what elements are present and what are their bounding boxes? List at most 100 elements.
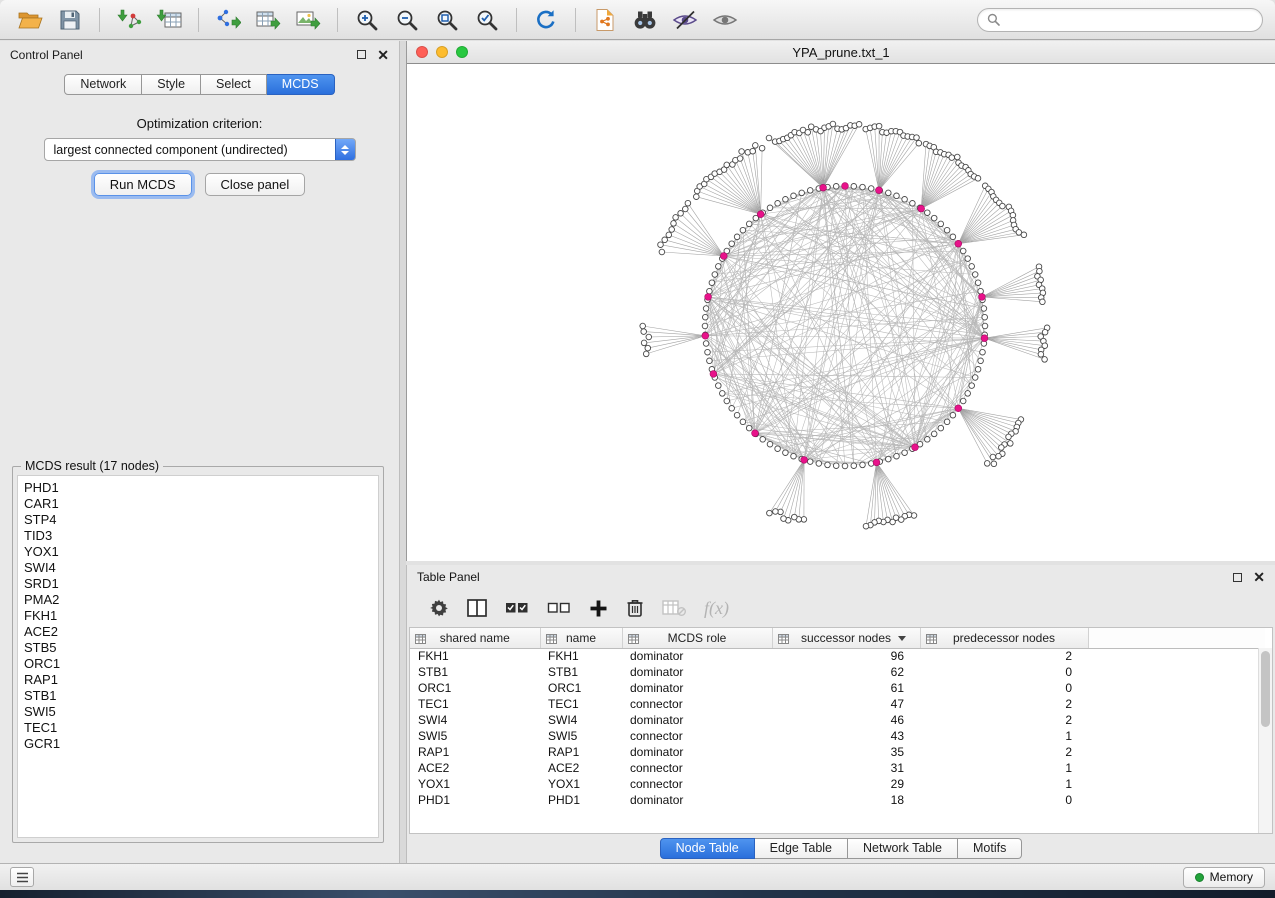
table-row[interactable]: ACE2ACE2connector311 xyxy=(410,760,1265,776)
search-icon xyxy=(987,13,1000,26)
control-panel: Control Panel ✕ Network Style Select MCD… xyxy=(0,41,400,863)
table-row[interactable]: TEC1TEC1connector472 xyxy=(410,696,1265,712)
share-document-button[interactable] xyxy=(587,5,623,35)
save-session-button[interactable] xyxy=(52,5,88,35)
export-network-icon xyxy=(215,8,241,32)
mcds-result-item[interactable]: STB5 xyxy=(24,640,372,656)
mcds-result-item[interactable]: PHD1 xyxy=(24,480,372,496)
minimize-window-icon[interactable] xyxy=(436,46,448,58)
network-view-window: YPA_prune.txt_1 xyxy=(406,41,1275,561)
refresh-button[interactable] xyxy=(528,5,564,35)
mcds-result-list[interactable]: PHD1CAR1STP4TID3YOX1SWI4SRD1PMA2FKH1ACE2… xyxy=(17,475,379,838)
tab-mcds[interactable]: MCDS xyxy=(267,74,335,95)
table-row[interactable]: STB1STB1dominator620 xyxy=(410,664,1265,680)
memory-status-icon xyxy=(1195,873,1204,882)
tab-motifs[interactable]: Motifs xyxy=(958,838,1022,859)
zoom-out-button[interactable] xyxy=(389,5,425,35)
table-row[interactable]: SWI5SWI5connector431 xyxy=(410,728,1265,744)
task-history-button[interactable] xyxy=(10,867,34,887)
table-row[interactable]: RAP1RAP1dominator352 xyxy=(410,744,1265,760)
column-header-shared-name[interactable]: shared name xyxy=(410,628,540,648)
mcds-result-item[interactable]: GCR1 xyxy=(24,736,372,752)
maximize-window-icon[interactable] xyxy=(456,46,468,58)
table-settings-button[interactable] xyxy=(429,598,449,618)
delete-column-button[interactable] xyxy=(626,598,644,618)
table-panel-header: Table Panel ✕ xyxy=(407,565,1275,589)
table-row[interactable]: ORC1ORC1dominator610 xyxy=(410,680,1265,696)
mcds-result-item[interactable]: TEC1 xyxy=(24,720,372,736)
eye-slash-icon xyxy=(672,9,698,31)
table-row[interactable]: PHD1PHD1dominator180 xyxy=(410,792,1265,808)
mcds-result-item[interactable]: STB1 xyxy=(24,688,372,704)
column-header-name[interactable]: name xyxy=(540,628,622,648)
mcds-result-item[interactable]: ACE2 xyxy=(24,624,372,640)
float-table-panel-icon[interactable] xyxy=(1233,573,1242,582)
mcds-result-item[interactable]: PMA2 xyxy=(24,592,372,608)
tab-select[interactable]: Select xyxy=(201,74,267,95)
tab-node-table[interactable]: Node Table xyxy=(660,838,755,859)
mcds-result-item[interactable]: SRD1 xyxy=(24,576,372,592)
mcds-result-title: MCDS result (17 nodes) xyxy=(21,459,163,473)
tab-network-table[interactable]: Network Table xyxy=(848,838,958,859)
table-scrollbar-thumb[interactable] xyxy=(1261,651,1270,727)
toolbar-separator xyxy=(516,8,517,32)
tab-edge-table[interactable]: Edge Table xyxy=(755,838,848,859)
mcds-result-item[interactable]: STP4 xyxy=(24,512,372,528)
mcds-result-item[interactable]: RAP1 xyxy=(24,672,372,688)
import-table-button[interactable] xyxy=(151,5,187,35)
close-table-panel-icon[interactable]: ✕ xyxy=(1253,572,1265,582)
select-all-button[interactable] xyxy=(505,599,529,617)
criterion-dropdown[interactable]: largest connected component (undirected) xyxy=(44,138,356,161)
show-columns-button[interactable] xyxy=(467,599,487,617)
run-mcds-button[interactable]: Run MCDS xyxy=(94,173,192,196)
table-row[interactable]: FKH1FKH1dominator962 xyxy=(410,648,1265,664)
close-panel-icon[interactable]: ✕ xyxy=(377,50,389,60)
column-header-predecessor-nodes[interactable]: predecessor nodes xyxy=(920,628,1088,648)
table-row[interactable]: YOX1YOX1connector291 xyxy=(410,776,1265,792)
optimization-criterion-label: Optimization criterion: xyxy=(0,116,399,131)
close-panel-button[interactable]: Close panel xyxy=(205,173,306,196)
network-window-titlebar[interactable]: YPA_prune.txt_1 xyxy=(407,41,1275,64)
column-header-mcds-role[interactable]: MCDS role xyxy=(622,628,772,648)
mcds-result-item[interactable]: CAR1 xyxy=(24,496,372,512)
zoom-fit-icon xyxy=(435,8,459,32)
export-network-button[interactable] xyxy=(210,5,246,35)
toolbar-separator xyxy=(198,8,199,32)
column-type-icon xyxy=(778,634,789,644)
mcds-result-group: MCDS result (17 nodes) PHD1CAR1STP4TID3Y… xyxy=(12,466,384,843)
search-input[interactable] xyxy=(1006,13,1253,27)
mcds-result-item[interactable]: YOX1 xyxy=(24,544,372,560)
mcds-result-item[interactable]: SWI4 xyxy=(24,560,372,576)
column-header-filler xyxy=(1088,628,1265,648)
node-table: shared name name MCDS role successor nod… xyxy=(409,627,1273,834)
memory-button[interactable]: Memory xyxy=(1183,867,1265,888)
zoom-fit-button[interactable] xyxy=(429,5,465,35)
table-tabs: Node Table Edge Table Network Table Moti… xyxy=(407,834,1275,863)
search-network-button[interactable] xyxy=(627,5,663,35)
tab-style[interactable]: Style xyxy=(142,74,201,95)
import-network-button[interactable] xyxy=(111,5,147,35)
mcds-result-item[interactable]: TID3 xyxy=(24,528,372,544)
network-graph[interactable] xyxy=(407,64,1275,560)
column-header-successor-nodes[interactable]: successor nodes xyxy=(772,628,920,648)
table-scrollbar[interactable] xyxy=(1258,648,1272,833)
table-row[interactable]: SWI4SWI4dominator462 xyxy=(410,712,1265,728)
column-type-icon xyxy=(415,634,426,644)
hide-graphics-details-button[interactable] xyxy=(667,5,703,35)
export-image-button[interactable] xyxy=(290,5,326,35)
tab-network[interactable]: Network xyxy=(64,74,142,95)
export-table-button[interactable] xyxy=(250,5,286,35)
zoom-in-button[interactable] xyxy=(349,5,385,35)
zoom-selected-button[interactable] xyxy=(469,5,505,35)
show-graphics-details-button[interactable] xyxy=(707,5,743,35)
mcds-result-item[interactable]: SWI5 xyxy=(24,704,372,720)
global-search-field[interactable] xyxy=(977,8,1263,32)
add-column-button[interactable] xyxy=(589,599,608,618)
open-session-button[interactable] xyxy=(12,5,48,35)
close-window-icon[interactable] xyxy=(416,46,428,58)
deselect-all-button[interactable] xyxy=(547,599,571,617)
mcds-result-item[interactable]: FKH1 xyxy=(24,608,372,624)
sort-descending-icon[interactable] xyxy=(898,636,906,641)
float-panel-icon[interactable] xyxy=(357,50,366,59)
mcds-result-item[interactable]: ORC1 xyxy=(24,656,372,672)
